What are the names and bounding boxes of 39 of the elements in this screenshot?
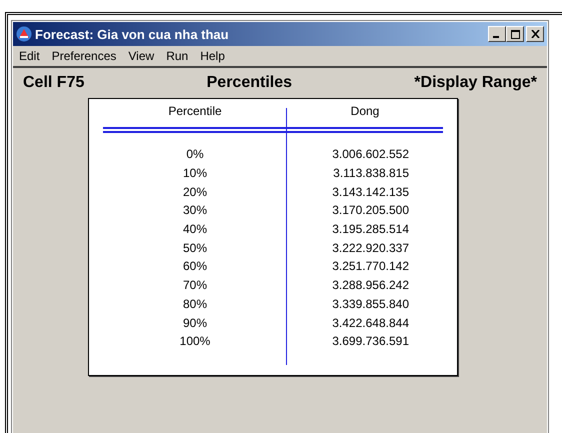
table-cell-text: 3.339.855.840 — [331, 296, 410, 311]
menu-item[interactable]: Run — [166, 49, 188, 63]
table-cell-text: 0% — [185, 147, 205, 162]
table-cell-text: 80% — [182, 296, 208, 311]
menu-item[interactable]: Preferences — [52, 49, 116, 63]
table-cell-text: 3.143.142.135 — [331, 184, 410, 199]
cell-label: Cell F75 — [23, 74, 84, 92]
table-cell-text: 3.288.956.242 — [331, 278, 410, 292]
maximize-button[interactable] — [506, 26, 524, 42]
table-cell-text: 3.251.770.142 — [331, 259, 410, 274]
table-cell-text: 3.222.920.337 — [331, 240, 410, 255]
menu-item[interactable]: Edit — [19, 49, 40, 63]
table-cell-text: 3.170.205.500 — [331, 203, 410, 218]
close-button[interactable] — [526, 26, 544, 42]
table-cell-text: 50% — [182, 240, 208, 255]
menu-item[interactable]: View — [128, 49, 154, 63]
table-cell-text: 70% — [182, 278, 208, 292]
table-cell-text: 10% — [182, 166, 208, 180]
window-title: Forecast: Gia von cua nha thau — [35, 26, 230, 42]
table-cell-text: 3.422.648.844 — [331, 316, 410, 330]
table-cell-text: 3.006.602.552 — [331, 147, 410, 162]
minimize-button[interactable] — [488, 26, 506, 42]
table-cell-text: 30% — [182, 203, 208, 218]
menu-item[interactable]: Help — [200, 49, 225, 63]
table-cell-text: 60% — [182, 259, 208, 274]
display-range-label[interactable]: *Display Range* — [414, 74, 537, 92]
table-cell-text: 40% — [182, 222, 208, 236]
table-cell-text: 20% — [182, 184, 208, 199]
column-header: Percentile — [167, 104, 223, 120]
table-cell-text: 100% — [178, 334, 212, 348]
close-icon — [530, 30, 540, 38]
table-cell-text: 90% — [182, 316, 208, 330]
panel-title: Percentiles — [206, 74, 292, 92]
app-icon — [16, 26, 32, 42]
maximize-icon — [510, 30, 520, 38]
table-cell-text: 3.113.838.815 — [332, 166, 410, 180]
table-cell-text: 3.699.736.591 — [331, 334, 410, 348]
table-cell-text: 3.195.285.514 — [331, 222, 410, 236]
column-header: Dong — [350, 104, 380, 120]
